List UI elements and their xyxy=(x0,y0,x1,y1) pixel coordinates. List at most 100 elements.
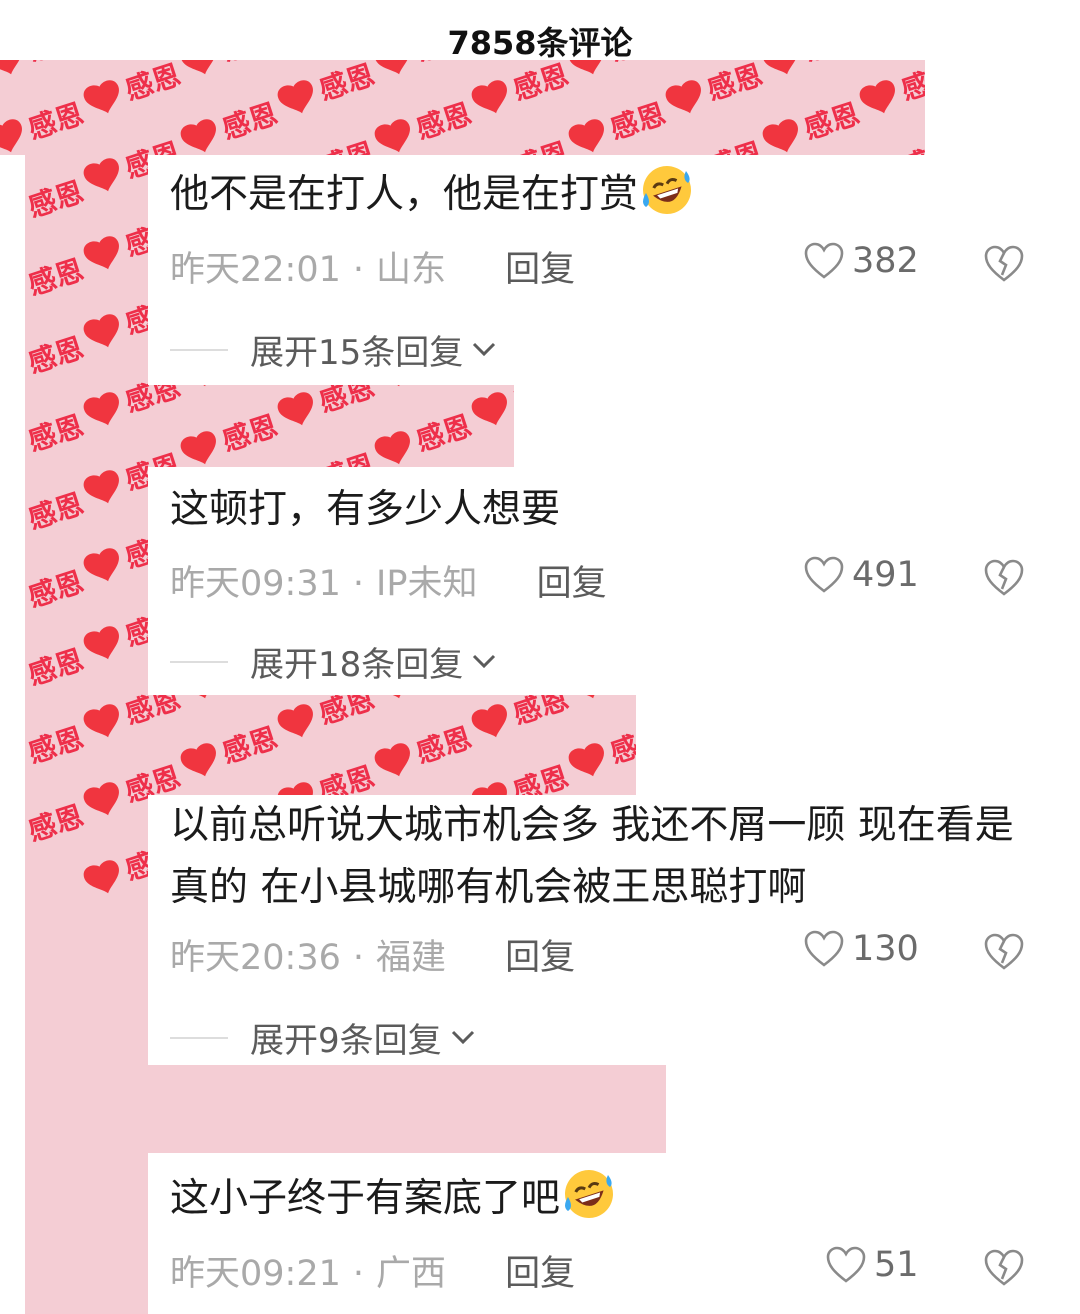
broken-heart-icon[interactable] xyxy=(984,559,1024,597)
comment-location: 福建 xyxy=(376,938,447,978)
sticker-heart-icon xyxy=(25,150,28,158)
like-button[interactable]: 51 xyxy=(826,1245,919,1285)
heart-outline-icon xyxy=(826,1246,866,1283)
reply-button[interactable]: 回复 xyxy=(505,1245,575,1296)
sticker-label: 感恩 xyxy=(412,97,475,146)
comment-item: 以前总听说大城市机会多 我还不屑一顾 现在看是真的 在小县城哪有机会被王思聪打啊… xyxy=(148,795,1080,1065)
sticker-label: 感恩 xyxy=(121,448,148,497)
sticker-label: 感恩 xyxy=(25,487,88,536)
comment-location: IP未知 xyxy=(376,564,478,604)
sticker-heart-tile: 感恩 xyxy=(83,838,148,894)
chevron-down-icon xyxy=(451,1030,474,1044)
sticker-label: 感恩 xyxy=(509,695,572,731)
sticker-heart-tile: 感恩 xyxy=(315,136,378,155)
sticker-heart-icon xyxy=(277,392,313,426)
sticker-heart-icon xyxy=(374,385,410,387)
sticker-label: 感恩 xyxy=(121,682,148,731)
sticker-heart-icon xyxy=(180,119,216,153)
sticker-heart-tile: 感恩 xyxy=(83,760,148,816)
broken-heart-icon[interactable] xyxy=(984,933,1024,971)
heart-outline-icon xyxy=(804,242,844,279)
sticker-heart-tile: 感恩 xyxy=(180,695,216,699)
sticker-heart-tile: 感恩 xyxy=(25,175,88,224)
sticker-heart-tile: 感恩 xyxy=(703,136,766,155)
heart-outline-icon xyxy=(804,930,844,967)
sticker-heart-tile: 感恩 xyxy=(277,695,379,738)
sticker-label: 感恩 xyxy=(148,695,185,731)
sticker-heart-tile: 感恩 xyxy=(148,448,185,467)
sticker-heart-tile: 感恩 xyxy=(83,60,185,114)
sticker-heart-icon xyxy=(83,158,119,192)
sticker-heart-tile: 感恩 xyxy=(25,565,88,614)
expand-replies-button[interactable]: 展开9条回复 xyxy=(170,1013,476,1062)
like-button[interactable]: 491 xyxy=(804,555,919,595)
like-count: 51 xyxy=(874,1245,919,1285)
sticker-heart-icon xyxy=(180,385,216,387)
sticker-pattern-svg: 感恩感恩感恩感恩感恩感恩感恩感恩感恩感恩感恩感恩感恩感恩感恩感恩感恩感恩感恩感恩… xyxy=(0,60,925,155)
reply-button[interactable]: 回复 xyxy=(537,555,607,606)
sticker-heart-icon xyxy=(471,782,507,795)
sticker-label: 感恩 xyxy=(509,760,572,795)
reply-button[interactable]: 回复 xyxy=(505,929,575,980)
sticker-heart-tile: 感恩 xyxy=(180,385,216,387)
sticker-heart-tile: 感恩 xyxy=(374,721,476,777)
sticker-heart-icon xyxy=(277,80,313,114)
sticker-heart-tile: 感恩 xyxy=(25,487,88,536)
sticker-heart-tile: 感恩 xyxy=(471,760,573,795)
sticker-heart-tile: 感恩 xyxy=(568,97,670,153)
like-button[interactable]: 382 xyxy=(804,241,919,281)
sticker-label: 感恩 xyxy=(509,60,572,107)
sticker-pattern-svg: 感恩感恩感恩感恩感恩感恩感恩感恩感恩感恩 xyxy=(148,385,514,467)
sticker-heart-icon xyxy=(83,470,119,504)
sticker-label: 感恩 xyxy=(897,136,925,155)
sticker-label: 感恩 xyxy=(800,97,863,146)
sticker-heart-icon xyxy=(83,860,119,894)
sticker-label: 感恩 xyxy=(412,721,475,770)
sticker-heart-tile: 感恩 xyxy=(277,60,379,114)
expand-replies-label: 展开15条回复 xyxy=(250,333,464,373)
sticker-label: 感恩 xyxy=(148,760,185,795)
chevron-down-icon xyxy=(473,342,496,356)
sticker-pattern-mid-1: 感恩感恩感恩感恩感恩感恩感恩感恩感恩感恩 xyxy=(148,385,514,467)
sticker-heart-icon xyxy=(568,743,604,777)
expand-divider-line xyxy=(170,660,228,663)
sticker-heart-tile: 感恩 xyxy=(897,136,925,155)
sticker-label: 感恩 xyxy=(606,721,636,770)
sticker-heart-tile: 感恩 xyxy=(83,604,148,660)
like-button[interactable]: 130 xyxy=(804,929,919,969)
sticker-heart-tile: 感恩 xyxy=(374,409,476,465)
comment-text: 这顿打，有多少人想要 xyxy=(170,487,561,532)
like-count: 382 xyxy=(852,241,919,281)
sticker-pattern-svg: 感恩感恩感恩感恩感恩感恩感恩感恩感恩感恩感恩感恩感恩感恩感恩感恩感恩感恩感恩感恩… xyxy=(25,150,148,894)
sticker-heart-tile: 感恩 xyxy=(0,97,88,153)
sticker-heart-tile: 感恩 xyxy=(568,721,636,777)
sticker-label: 感恩 xyxy=(25,643,88,692)
expand-replies-button[interactable]: 展开15条回复 xyxy=(170,325,497,374)
page-title: 7858条评论 xyxy=(447,24,633,62)
sticker-label: 感恩 xyxy=(25,565,88,614)
sticker-label: 感恩 xyxy=(315,60,378,107)
sticker-label: 感恩 xyxy=(121,604,148,653)
sticker-heart-tile: 感恩 xyxy=(509,448,514,467)
heart-outline-icon xyxy=(804,556,844,593)
sticker-heart-tile: 感恩 xyxy=(83,448,148,504)
sticker-label: 感恩 xyxy=(509,448,514,467)
sticker-label: 感恩 xyxy=(218,97,281,146)
sticker-heart-tile: 感恩 xyxy=(148,385,185,419)
sticker-label: 感恩 xyxy=(121,526,148,575)
sticker-heart-icon xyxy=(762,119,798,153)
broken-heart-icon[interactable] xyxy=(984,1249,1024,1287)
sticker-heart-tile: 感恩 xyxy=(25,253,88,302)
sticker-label: 感恩 xyxy=(315,760,378,795)
reply-button[interactable]: 回复 xyxy=(505,241,575,292)
sticker-heart-icon xyxy=(277,782,313,795)
sticker-label: 感恩 xyxy=(25,799,88,848)
sticker-heart-tile: 感恩 xyxy=(25,721,88,770)
sticker-label: 感恩 xyxy=(121,60,184,107)
sticker-label: 感恩 xyxy=(509,136,572,155)
sticker-heart-tile: 感恩 xyxy=(25,331,88,380)
broken-heart-icon[interactable] xyxy=(984,245,1024,283)
expand-replies-button[interactable]: 展开18条回复 xyxy=(170,637,497,686)
sticker-heart-tile: 感恩 xyxy=(509,136,572,155)
sticker-heart-icon xyxy=(665,80,701,114)
